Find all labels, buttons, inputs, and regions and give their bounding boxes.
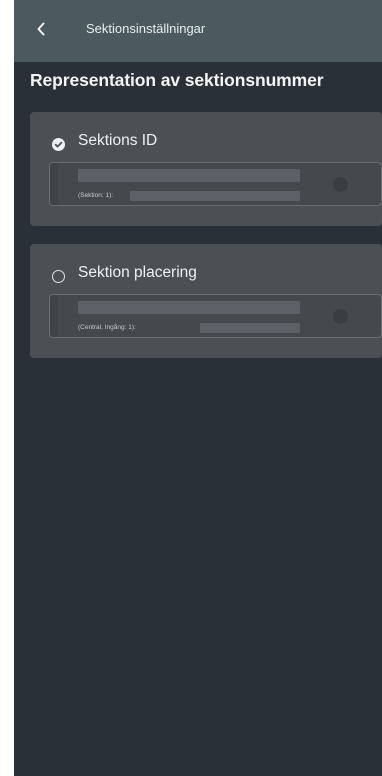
section-heading: Representation av sektionsnummer — [30, 70, 324, 90]
radio-unchecked-icon[interactable] — [52, 270, 65, 283]
circle-icon — [333, 309, 348, 324]
field-value — [130, 191, 300, 201]
section-id-field[interactable]: (Sektion: 1): — [49, 162, 382, 206]
field-edge — [50, 163, 58, 205]
app-screen: Sektionsinställningar Representation av … — [14, 0, 382, 776]
page-title: Sektionsinställningar — [86, 21, 206, 36]
field-edge — [50, 295, 58, 337]
field-caption: (Sektion: 1): — [78, 192, 114, 199]
section-placement-field[interactable]: (Central, Ingång: 1): — [49, 294, 382, 338]
chevron-left-icon — [36, 22, 46, 41]
field-caption: (Central, Ingång: 1): — [78, 324, 136, 331]
option-card-section-placement[interactable]: Sektion placering (Central, Ingång: 1): — [30, 244, 382, 358]
field-value — [200, 323, 300, 333]
back-button[interactable] — [28, 18, 54, 44]
field-line — [78, 169, 300, 182]
option-label: Sektion placering — [78, 264, 197, 281]
field-line — [78, 301, 300, 314]
top-bar: Sektionsinställningar — [14, 0, 382, 62]
option-card-section-id[interactable]: Sektions ID (Sektion: 1): — [30, 112, 382, 226]
radio-checked-icon[interactable] — [52, 138, 65, 151]
option-label: Sektions ID — [78, 132, 158, 149]
circle-icon — [333, 177, 348, 192]
